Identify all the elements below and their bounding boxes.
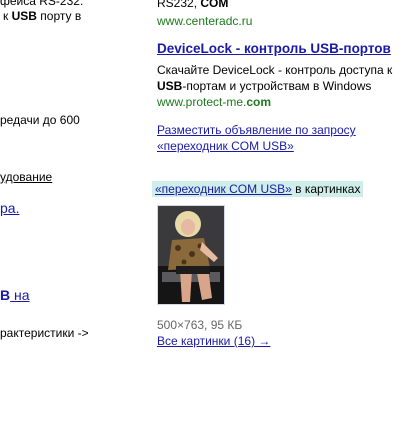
ad2-url[interactable]: www.protect-me.com [157,95,271,109]
place-ad-link[interactable]: Разместить объявление по запросу [157,123,356,137]
ad2-description: USB-портам и устройствам в Windows [157,79,372,93]
ad2-description: Скачайте DeviceLock - контроль доступа к [157,63,393,77]
thumbnail-photo [158,206,224,304]
image-thumbnail[interactable] [157,205,225,305]
place-ad-query-link[interactable]: «переходник COM USB» [157,139,294,153]
left-link-line[interactable]: ра. [0,200,19,216]
ad2-title-link[interactable]: DeviceLock - контроль USB-портов [157,41,391,56]
images-heading[interactable]: «переходник COM USB» в картинках [152,181,364,197]
image-size-info: 500×763, 95 КБ [157,318,243,332]
left-text-line: рактеристики -> [0,326,89,340]
left-link-line[interactable]: удование [0,170,52,184]
left-text-line: к USB порту в [3,9,82,23]
ad1-text: RS232, COM [157,0,229,10]
left-link-line[interactable]: В на [0,287,30,303]
left-text-line: редачи до 600 [0,113,80,127]
left-text-line: фейса RS-232. [0,0,84,8]
all-images-link[interactable]: Все картинки (16) → [157,334,270,348]
ad1-url[interactable]: www.centeradc.ru [157,14,252,28]
